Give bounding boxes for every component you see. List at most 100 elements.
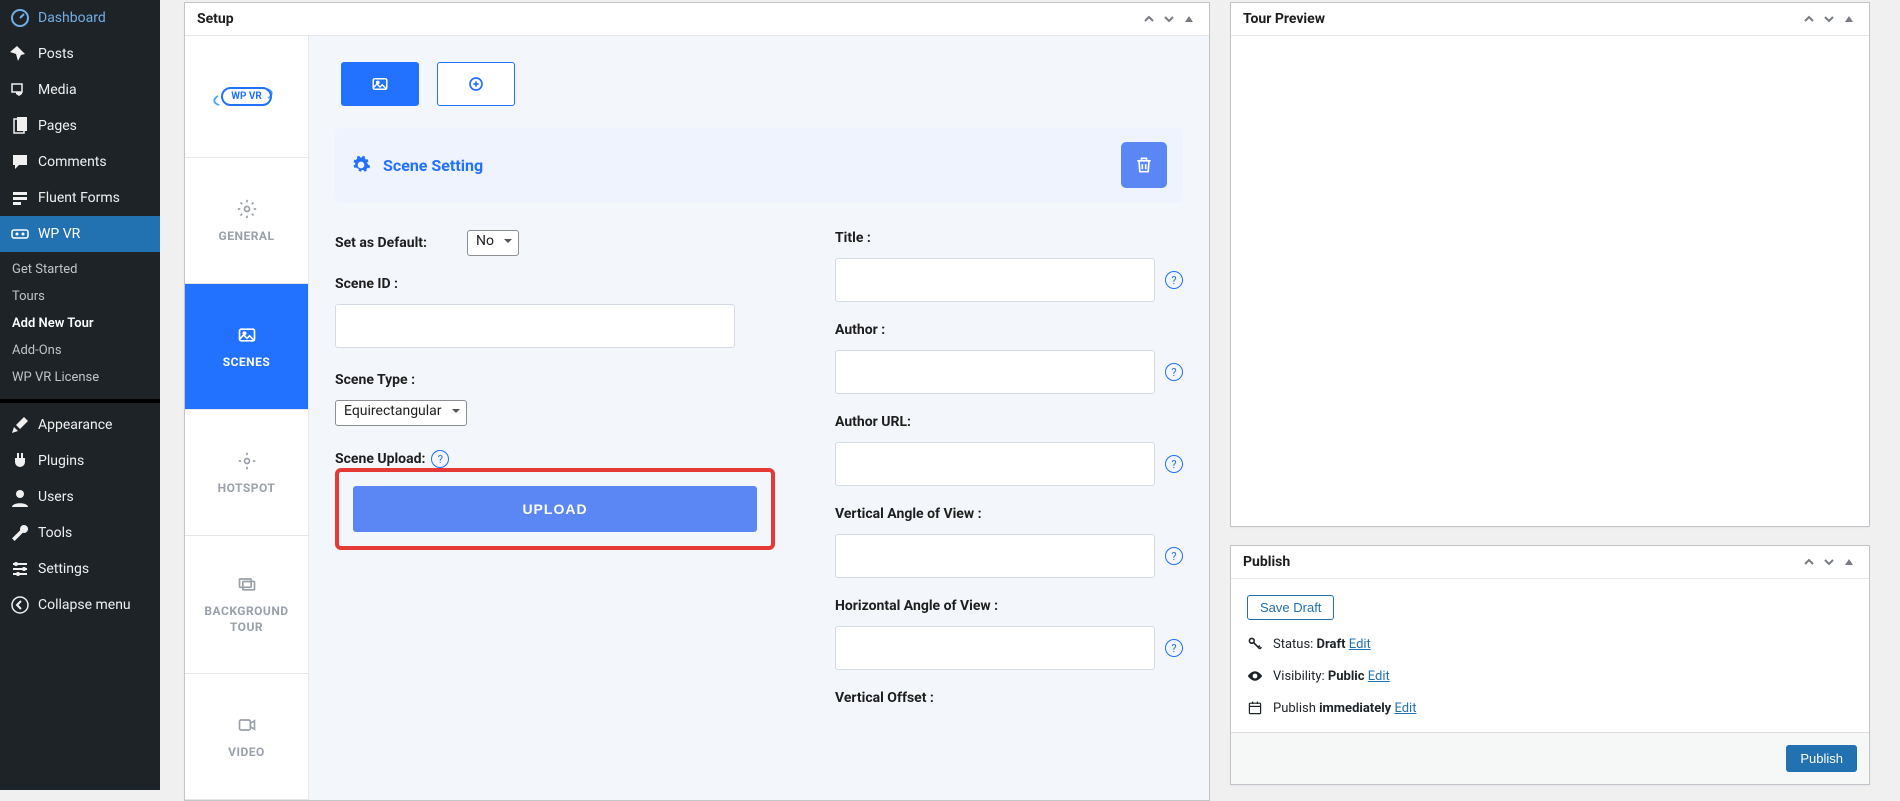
user-icon bbox=[10, 487, 30, 507]
sidebar-item-label: Tools bbox=[38, 525, 72, 541]
triangle-up-icon[interactable] bbox=[1181, 11, 1197, 27]
submenu-item-addons[interactable]: Add-Ons bbox=[0, 337, 160, 364]
triangle-up-icon[interactable] bbox=[1841, 554, 1857, 570]
vaov-input[interactable] bbox=[835, 534, 1155, 578]
triangle-up-icon[interactable] bbox=[1841, 11, 1857, 27]
image-icon bbox=[371, 75, 389, 93]
scene-tab-button[interactable] bbox=[341, 62, 419, 106]
save-draft-button[interactable]: Save Draft bbox=[1247, 595, 1334, 620]
gear-icon bbox=[351, 155, 371, 175]
chevron-up-icon[interactable] bbox=[1801, 11, 1817, 27]
key-icon bbox=[1247, 636, 1263, 652]
scene-type-select[interactable]: Equirectangular bbox=[335, 400, 467, 426]
sidebar-item-plugins[interactable]: Plugins bbox=[0, 443, 160, 479]
publish-button[interactable]: Publish bbox=[1786, 745, 1857, 772]
sidebar-item-dashboard[interactable]: Dashboard bbox=[0, 0, 160, 36]
wrench-icon bbox=[10, 523, 30, 543]
sidebar-item-fluentforms[interactable]: Fluent Forms bbox=[0, 180, 160, 216]
sidebar-item-users[interactable]: Users bbox=[0, 479, 160, 515]
chevron-down-icon[interactable] bbox=[1161, 11, 1177, 27]
author-url-input[interactable] bbox=[835, 442, 1155, 486]
submenu-item-license[interactable]: WP VR License bbox=[0, 364, 160, 391]
sidebar-item-comments[interactable]: Comments bbox=[0, 144, 160, 180]
title-label: Title : bbox=[835, 230, 1183, 246]
vtab-label: TOUR bbox=[230, 620, 263, 634]
title-input[interactable] bbox=[835, 258, 1155, 302]
sidebar-item-collapse[interactable]: Collapse menu bbox=[0, 587, 160, 623]
scene-upload-label: Scene Upload: bbox=[335, 451, 425, 467]
sidebar-item-label: Appearance bbox=[38, 417, 112, 433]
tour-preview-panel: Tour Preview bbox=[1230, 2, 1870, 527]
setup-panel-title: Setup bbox=[197, 11, 234, 27]
add-scene-button[interactable] bbox=[437, 62, 515, 106]
upload-highlight: UPLOAD bbox=[335, 468, 775, 550]
sidebar-item-wpvr[interactable]: WP VR bbox=[0, 216, 160, 252]
sidebar-item-settings[interactable]: Settings bbox=[0, 551, 160, 587]
edit-schedule-link[interactable]: Edit bbox=[1394, 701, 1416, 716]
sidebar-item-appearance[interactable]: Appearance bbox=[0, 407, 160, 443]
voffset-label: Vertical Offset : bbox=[835, 690, 1183, 706]
chevron-up-icon[interactable] bbox=[1801, 554, 1817, 570]
sidebar-item-label: WP VR bbox=[38, 226, 80, 242]
help-icon[interactable]: ? bbox=[1165, 363, 1183, 381]
help-icon[interactable]: ? bbox=[1165, 547, 1183, 565]
submenu-item-addnewtour[interactable]: Add New Tour bbox=[0, 310, 160, 337]
setup-panel: Setup WP VR bbox=[184, 2, 1210, 801]
sidebar-item-media[interactable]: Media bbox=[0, 72, 160, 108]
scene-id-input[interactable] bbox=[335, 304, 735, 348]
help-icon[interactable]: ? bbox=[431, 450, 449, 468]
set-default-select[interactable]: No bbox=[467, 230, 519, 256]
vtab-hotspot[interactable]: HOTSPOT bbox=[185, 410, 308, 536]
sidebar-item-label: Media bbox=[38, 82, 77, 98]
vtab-label: HOTSPOT bbox=[218, 481, 276, 495]
sidebar-item-label: Collapse menu bbox=[38, 597, 131, 613]
vtab-label: BACKGROUND bbox=[204, 604, 288, 618]
wpvr-logo: WP VR bbox=[185, 36, 308, 158]
author-input[interactable] bbox=[835, 350, 1155, 394]
vtab-scenes[interactable]: SCENES bbox=[185, 284, 308, 410]
pages-icon bbox=[10, 116, 30, 136]
help-icon[interactable]: ? bbox=[1165, 455, 1183, 473]
tour-preview-head[interactable]: Tour Preview bbox=[1231, 3, 1869, 36]
collapse-icon bbox=[10, 595, 30, 615]
publish-panel: Publish Save Draft Status: Draft Edit bbox=[1230, 545, 1870, 785]
publish-schedule-row: Publish immediately Edit bbox=[1247, 700, 1853, 716]
plug-icon bbox=[10, 451, 30, 471]
haov-input[interactable] bbox=[835, 626, 1155, 670]
upload-button[interactable]: UPLOAD bbox=[353, 486, 757, 532]
sidebar-item-pages[interactable]: Pages bbox=[0, 108, 160, 144]
submenu-item-getstarted[interactable]: Get Started bbox=[0, 256, 160, 283]
setup-panel-head[interactable]: Setup bbox=[185, 3, 1209, 36]
vtab-label: SCENES bbox=[223, 355, 271, 369]
vtab-general[interactable]: GENERAL bbox=[185, 158, 308, 284]
calendar-icon bbox=[1247, 700, 1263, 716]
scene-setting-title: Scene Setting bbox=[383, 156, 483, 175]
sidebar-item-label: Pages bbox=[38, 118, 77, 134]
pin-icon bbox=[10, 44, 30, 64]
sidebar-item-label: Comments bbox=[38, 154, 107, 170]
sidebar-item-label: Fluent Forms bbox=[38, 190, 120, 206]
publish-status-row: Status: Draft Edit bbox=[1247, 636, 1853, 652]
tour-preview-title: Tour Preview bbox=[1243, 11, 1325, 27]
sidebar-item-posts[interactable]: Posts bbox=[0, 36, 160, 72]
author-label: Author : bbox=[835, 322, 1183, 338]
submenu-item-tours[interactable]: Tours bbox=[0, 283, 160, 310]
sidebar-separator bbox=[0, 399, 160, 403]
help-icon[interactable]: ? bbox=[1165, 639, 1183, 657]
vaov-label: Vertical Angle of View : bbox=[835, 506, 1183, 522]
sidebar-item-tools[interactable]: Tools bbox=[0, 515, 160, 551]
publish-panel-head[interactable]: Publish bbox=[1231, 546, 1869, 579]
edit-status-link[interactable]: Edit bbox=[1349, 637, 1371, 652]
delete-scene-button[interactable] bbox=[1121, 142, 1167, 188]
chevron-down-icon[interactable] bbox=[1821, 554, 1837, 570]
scene-setting-header: Scene Setting bbox=[335, 128, 1183, 202]
setup-vertical-tabs: WP VR GENERAL SCENES bbox=[185, 36, 309, 800]
chevron-up-icon[interactable] bbox=[1141, 11, 1157, 27]
help-icon[interactable]: ? bbox=[1165, 271, 1183, 289]
vtab-background-tour[interactable]: BACKGROUND TOUR bbox=[185, 536, 308, 674]
chevron-down-icon[interactable] bbox=[1821, 11, 1837, 27]
sidebar-item-label: Settings bbox=[38, 561, 89, 577]
edit-visibility-link[interactable]: Edit bbox=[1368, 669, 1390, 684]
sliders-icon bbox=[10, 559, 30, 579]
vtab-video[interactable]: VIDEO bbox=[185, 674, 308, 800]
